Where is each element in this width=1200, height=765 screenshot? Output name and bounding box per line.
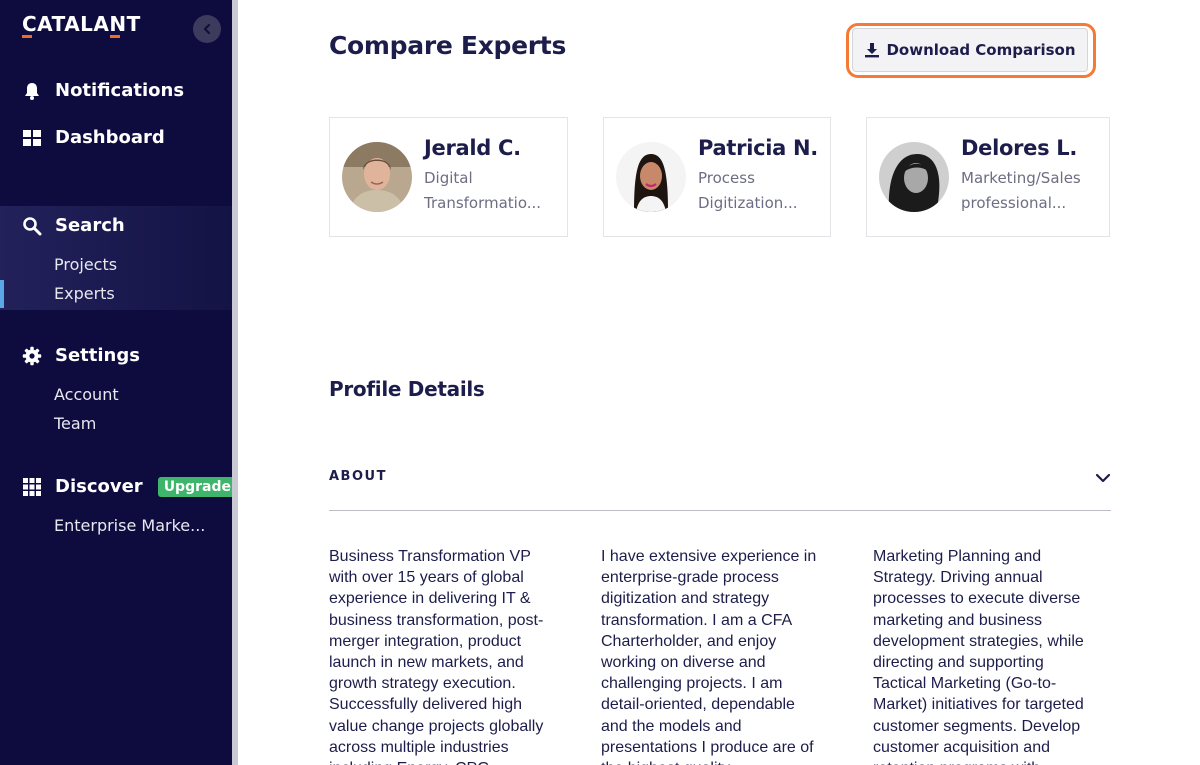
- catalant-logo[interactable]: CATALANT: [22, 12, 141, 36]
- download-icon: [865, 43, 880, 58]
- upgrade-badge[interactable]: Upgrade: [157, 476, 237, 497]
- sidebar: CATALANT Notifications Dashboard Search …: [0, 0, 237, 765]
- avatar: [342, 142, 412, 212]
- expert-title: Process Digitization...: [698, 169, 798, 212]
- about-text-line: Business Transformation VP: [329, 548, 531, 565]
- sidebar-item-account[interactable]: Account: [54, 385, 119, 404]
- about-text-line: Charterholder, and enjoy: [601, 632, 777, 650]
- about-text-line: digitization and strategy: [601, 590, 770, 608]
- bell-icon: [25, 82, 39, 100]
- about-text-line: business transformation, post-: [329, 611, 544, 629]
- about-text-line: launch in new markets, and: [329, 654, 524, 672]
- sidebar-item-label: Discover: [55, 476, 143, 497]
- search-icon: [23, 216, 42, 235]
- page-title: Compare Experts: [329, 31, 567, 60]
- about-text-line: with over 15 years of global: [329, 569, 524, 587]
- sidebar-item-dashboard[interactable]: Dashboard: [22, 127, 165, 148]
- sidebar-item-label: Search: [55, 215, 125, 236]
- about-text-line: Successfully delivered high: [329, 696, 522, 714]
- about-text-line: Tactical Marketing (Go-to-: [873, 675, 1057, 693]
- about-text-line: Strategy. Driving annual: [873, 569, 1043, 587]
- about-text-line: detail-oriented, dependable: [601, 696, 795, 714]
- about-text-line: development strategies, while: [873, 632, 1084, 650]
- about-text-line: presentations I produce are of: [601, 738, 814, 756]
- download-comparison-button[interactable]: Download Comparison: [852, 28, 1088, 72]
- expert-name: Jerald C.: [424, 136, 521, 160]
- sidebar-item-notifications[interactable]: Notifications: [22, 80, 184, 101]
- about-text-line: merger integration, product: [329, 632, 522, 650]
- sidebar-item-search[interactable]: Search: [22, 215, 125, 236]
- sidebar-border: [232, 0, 238, 765]
- about-text-line: growth strategy execution.: [329, 675, 516, 693]
- about-text-line: enterprise-grade process: [601, 569, 779, 587]
- sidebar-item-label: Notifications: [55, 80, 185, 101]
- about-text-line: across multiple industries: [329, 738, 509, 756]
- sidebar-item-projects[interactable]: Projects: [54, 255, 117, 274]
- gear-icon: [22, 346, 42, 365]
- logo-accent-bar: [110, 35, 120, 38]
- avatar: [616, 142, 686, 212]
- about-text-line: including Energy, CPG,: [329, 758, 569, 765]
- sidebar-item-discover[interactable]: Discover Upgrade: [22, 476, 237, 497]
- about-text-line: customer acquisition and: [873, 738, 1050, 756]
- expert-card[interactable]: Delores L. Marketing/Sales professional.…: [866, 117, 1110, 237]
- section-divider: [329, 510, 1111, 511]
- about-text-line: transformation. I am a CFA: [601, 611, 793, 629]
- about-text-line: the highest quality.: [601, 758, 841, 765]
- expert-name: Delores L.: [961, 136, 1078, 160]
- about-text-line: experience in delivering IT &: [329, 590, 531, 608]
- about-text-column: I have extensive experience in enterprise…: [601, 546, 841, 765]
- about-text-line: customer segments. Develop: [873, 717, 1081, 735]
- about-text-line: I have extensive experience in: [601, 548, 817, 565]
- download-button-label: Download Comparison: [886, 41, 1076, 59]
- about-text-line: Market) initiatives for targeted: [873, 696, 1084, 714]
- expert-title: Marketing/Sales professional...: [961, 169, 1081, 212]
- expert-title: Digital Transformatio...: [424, 169, 542, 212]
- apps-icon: [23, 477, 41, 496]
- logo-accent-bar: [22, 35, 32, 38]
- about-text-column: Business Transformation VP with over 15 y…: [329, 546, 569, 765]
- expert-name: Patricia N.: [698, 136, 818, 160]
- about-text-line: processes to execute diverse: [873, 590, 1081, 608]
- grid-icon: [23, 129, 41, 146]
- about-text-line: directing and supporting: [873, 654, 1044, 672]
- expert-card[interactable]: Jerald C. Digital Transformatio...: [329, 117, 568, 237]
- chevron-down-icon[interactable]: [1094, 469, 1112, 487]
- expert-card[interactable]: Patricia N. Process Digitization...: [603, 117, 831, 237]
- sidebar-item-experts[interactable]: Experts: [54, 284, 115, 303]
- about-text-line: retention programs with: [873, 758, 1113, 765]
- about-text-line: value change projects globally: [329, 717, 544, 735]
- sidebar-item-enterprise-marketplace[interactable]: Enterprise Marke...: [54, 516, 205, 535]
- about-text-line: Marketing Planning and: [873, 548, 1042, 565]
- about-text-line: marketing and business: [873, 611, 1042, 629]
- sidebar-item-label: Settings: [55, 345, 140, 366]
- about-section-header[interactable]: ABOUT: [329, 469, 387, 484]
- about-text-line: challenging projects. I am: [601, 675, 783, 693]
- profile-details-title: Profile Details: [329, 377, 485, 401]
- sidebar-item-settings[interactable]: Settings: [22, 345, 140, 366]
- collapse-sidebar-button[interactable]: [193, 15, 221, 43]
- about-text-line: working on diverse and: [601, 654, 766, 672]
- chevron-left-icon: [203, 23, 211, 35]
- sidebar-item-team[interactable]: Team: [54, 414, 96, 433]
- about-text-line: and the models and: [601, 717, 742, 735]
- sidebar-item-label: Dashboard: [55, 127, 165, 148]
- avatar: [879, 142, 949, 212]
- about-text-column: Marketing Planning and Strategy. Driving …: [873, 546, 1113, 765]
- active-item-indicator: [0, 280, 4, 308]
